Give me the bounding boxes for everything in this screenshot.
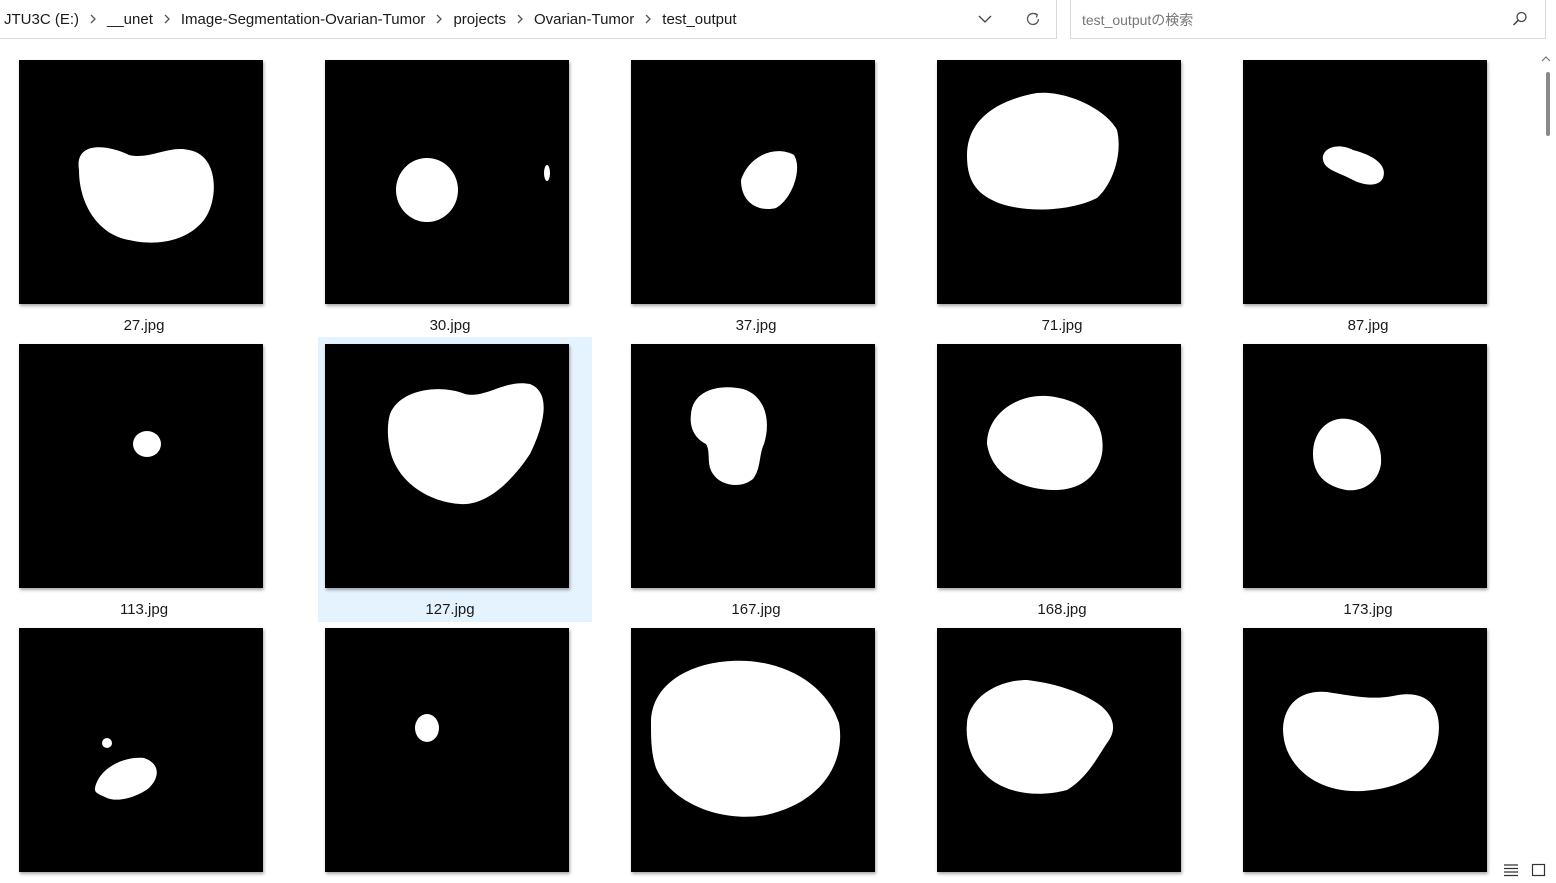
chevron-right-icon[interactable] (639, 14, 657, 24)
scrollbar-thumb[interactable] (1546, 72, 1550, 136)
segmentation-mask (1243, 628, 1487, 872)
file-name: 168.jpg (1037, 601, 1087, 618)
segmentation-mask (631, 344, 875, 588)
breadcrumb-test-output[interactable]: test_output (657, 11, 741, 28)
file-item[interactable] (1237, 622, 1509, 882)
segmentation-mask (937, 60, 1181, 304)
file-name: 87.jpg (1347, 317, 1389, 334)
navigation-bar: JTU3C (E:) __unet Image-Segmentation-Ova… (0, 0, 1556, 40)
file-thumbnail (937, 344, 1181, 588)
file-thumbnail (19, 60, 263, 304)
file-grid: 27.jpg 30.jpg 37.jpg 71.jpg 87.jpg 113.jpg 127… (0, 40, 1535, 882)
segmentation-mask (937, 344, 1181, 588)
file-thumbnail (1243, 60, 1487, 304)
file-thumbnail (19, 628, 263, 872)
file-name: 113.jpg (119, 601, 169, 618)
breadcrumb-unet[interactable]: __unet (102, 11, 158, 28)
chevron-right-icon[interactable] (511, 14, 529, 24)
file-thumbnail (325, 60, 569, 304)
segmentation-mask (631, 628, 875, 872)
file-item[interactable] (319, 622, 591, 882)
file-item[interactable]: 113.jpg (13, 338, 285, 621)
file-item[interactable] (625, 622, 897, 882)
file-item[interactable]: 37.jpg (625, 54, 897, 337)
file-item[interactable]: 168.jpg (931, 338, 1203, 621)
search-icon[interactable] (1511, 10, 1529, 28)
scroll-up-arrow-icon[interactable] (1541, 50, 1553, 62)
file-thumbnail (325, 344, 569, 588)
segmentation-mask (19, 60, 263, 304)
breadcrumb: JTU3C (E:) __unet Image-Segmentation-Ova… (0, 11, 742, 28)
file-item[interactable]: 71.jpg (931, 54, 1203, 337)
file-item[interactable]: 30.jpg (319, 54, 591, 337)
address-bar[interactable]: JTU3C (E:) __unet Image-Segmentation-Ova… (0, 0, 1057, 39)
file-name: 167.jpg (731, 601, 781, 618)
file-thumbnail (937, 60, 1181, 304)
file-thumbnail (19, 344, 263, 588)
file-item[interactable]: 167.jpg (625, 338, 897, 621)
file-item[interactable]: 87.jpg (1237, 54, 1509, 337)
segmentation-mask (325, 60, 569, 304)
file-thumbnail (1243, 344, 1487, 588)
file-name: 173.jpg (1343, 601, 1393, 618)
segmentation-mask (1243, 60, 1487, 304)
chevron-right-icon[interactable] (158, 14, 176, 24)
file-item[interactable] (931, 622, 1203, 882)
segmentation-mask (19, 344, 263, 588)
breadcrumb-repo[interactable]: Image-Segmentation-Ovarian-Tumor (176, 11, 431, 28)
search-box[interactable] (1070, 0, 1546, 39)
file-thumbnail (1243, 628, 1487, 872)
chevron-right-icon[interactable] (84, 14, 102, 24)
breadcrumb-drive[interactable]: JTU3C (E:) (0, 11, 84, 28)
file-thumbnail (631, 628, 875, 872)
segmentation-mask (325, 628, 569, 872)
refresh-icon[interactable] (1022, 8, 1044, 30)
segmentation-mask (937, 628, 1181, 872)
search-input[interactable] (1080, 7, 1504, 33)
file-name: 37.jpg (735, 317, 777, 334)
details-view-icon[interactable] (1502, 862, 1520, 878)
segmentation-mask (19, 628, 263, 872)
file-item[interactable]: 127.jpg (318, 337, 592, 622)
file-thumbnail (937, 628, 1181, 872)
file-name: 27.jpg (123, 317, 165, 334)
file-thumbnail (631, 60, 875, 304)
file-name: 30.jpg (429, 317, 471, 334)
file-thumbnail (631, 344, 875, 588)
file-item[interactable]: 173.jpg (1237, 338, 1509, 621)
vertical-scrollbar[interactable] (1537, 50, 1551, 856)
file-name: 127.jpg (425, 601, 475, 618)
segmentation-mask (631, 60, 875, 304)
file-item[interactable]: 27.jpg (13, 54, 285, 337)
large-icons-view-icon[interactable] (1530, 862, 1548, 878)
breadcrumb-ovarian-tumor[interactable]: Ovarian-Tumor (529, 11, 639, 28)
segmentation-mask (1243, 344, 1487, 588)
file-thumbnail (325, 628, 569, 872)
chevron-right-icon[interactable] (430, 14, 448, 24)
segmentation-mask (325, 344, 569, 588)
chevron-down-icon[interactable] (974, 8, 996, 30)
breadcrumb-projects[interactable]: projects (448, 11, 511, 28)
file-item[interactable] (13, 622, 285, 882)
file-name: 71.jpg (1041, 317, 1083, 334)
